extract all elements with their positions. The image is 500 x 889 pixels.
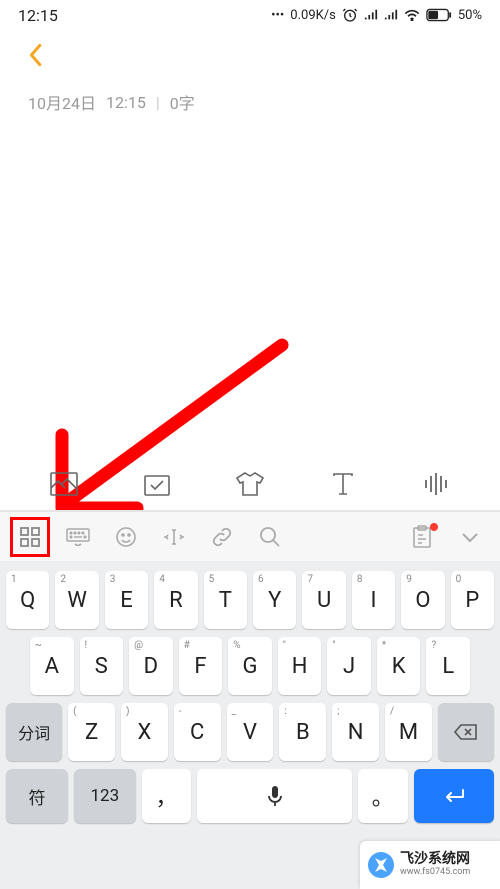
soft-keyboard: 1Q2W3E4R5T6Y7U8I9O0P ~A!S@D#F%G"H"J*K?L … bbox=[0, 561, 500, 889]
alarm-icon bbox=[342, 7, 358, 23]
keyboard-row-2: ~A!S@D#F%G"H"J*K?L bbox=[0, 637, 500, 695]
key-X[interactable]: )X bbox=[121, 703, 168, 761]
key-A[interactable]: ~A bbox=[30, 637, 74, 695]
enter-key[interactable] bbox=[414, 769, 494, 823]
key-T[interactable]: 5T bbox=[204, 571, 247, 629]
insert-image-icon[interactable] bbox=[48, 468, 80, 500]
comma-key[interactable]: ， bbox=[142, 769, 192, 823]
clipboard-icon[interactable] bbox=[402, 517, 442, 557]
key-K[interactable]: *K bbox=[377, 637, 421, 695]
key-D[interactable]: @D bbox=[129, 637, 173, 695]
key-H[interactable]: "H bbox=[278, 637, 322, 695]
watermark-url: www.fs0745.com bbox=[400, 868, 470, 878]
key-S[interactable]: !S bbox=[80, 637, 124, 695]
link-icon[interactable] bbox=[202, 517, 242, 557]
period-key[interactable]: 。 bbox=[358, 769, 408, 823]
watermark: 飞沙系统网 www.fs0745.com bbox=[360, 841, 500, 889]
status-right: ••• 0.09K/s 50% bbox=[271, 7, 482, 23]
back-button[interactable] bbox=[20, 40, 50, 70]
key-W[interactable]: 2W bbox=[55, 571, 98, 629]
keyboard-row-3: 分词 (Z)X-C_V:B;N/M bbox=[0, 703, 500, 761]
signal-icon-2 bbox=[384, 9, 398, 21]
key-Y[interactable]: 6Y bbox=[253, 571, 296, 629]
key-J[interactable]: "J bbox=[327, 637, 371, 695]
grid-menu-icon[interactable] bbox=[10, 517, 50, 557]
status-bar: 12:15 ••• 0.09K/s 50% bbox=[0, 0, 500, 30]
battery-icon bbox=[426, 8, 452, 22]
key-N[interactable]: ;N bbox=[332, 703, 379, 761]
text-format-icon[interactable] bbox=[327, 468, 359, 500]
key-E[interactable]: 3E bbox=[105, 571, 148, 629]
meta-divider: | bbox=[156, 93, 160, 112]
key-Z[interactable]: (Z bbox=[68, 703, 115, 761]
emoji-icon[interactable] bbox=[106, 517, 146, 557]
symbol-key[interactable]: 符 bbox=[6, 769, 68, 823]
note-time: 12:15 bbox=[106, 93, 146, 112]
net-speed: 0.09K/s bbox=[290, 8, 336, 23]
shirt-icon[interactable] bbox=[234, 468, 266, 500]
note-meta: 10月24日 12:15 | 0字 bbox=[0, 80, 500, 124]
status-time: 12:15 bbox=[18, 6, 58, 25]
note-date: 10月24日 bbox=[28, 90, 96, 114]
segment-key[interactable]: 分词 bbox=[6, 703, 62, 761]
space-key[interactable] bbox=[197, 769, 352, 823]
key-B[interactable]: :B bbox=[279, 703, 326, 761]
cursor-move-icon[interactable] bbox=[154, 517, 194, 557]
watermark-title: 飞沙系统网 bbox=[400, 852, 470, 867]
key-L[interactable]: ?L bbox=[426, 637, 470, 695]
battery-percent: 50% bbox=[458, 8, 482, 23]
wifi-icon bbox=[404, 9, 420, 21]
key-M[interactable]: /M bbox=[385, 703, 432, 761]
toolbar-spacer bbox=[298, 517, 394, 557]
key-R[interactable]: 4R bbox=[154, 571, 197, 629]
keyboard-switch-icon[interactable] bbox=[58, 517, 98, 557]
key-U[interactable]: 7U bbox=[302, 571, 345, 629]
keyboard-row-1: 1Q2W3E4R5T6Y7U8I9O0P bbox=[0, 571, 500, 629]
format-toolbar bbox=[0, 457, 500, 511]
key-G[interactable]: %G bbox=[228, 637, 272, 695]
voice-input-icon[interactable] bbox=[420, 468, 452, 500]
collapse-keyboard-icon[interactable] bbox=[450, 517, 490, 557]
backspace-key[interactable] bbox=[438, 703, 494, 761]
key-F[interactable]: #F bbox=[179, 637, 223, 695]
signal-icon-1 bbox=[364, 9, 378, 21]
header bbox=[0, 30, 500, 80]
word-count: 0字 bbox=[170, 90, 195, 114]
more-icon: ••• bbox=[271, 8, 284, 23]
key-C[interactable]: -C bbox=[174, 703, 221, 761]
notification-dot bbox=[430, 523, 438, 531]
input-toolbar bbox=[0, 511, 500, 561]
key-O[interactable]: 9O bbox=[401, 571, 444, 629]
search-icon[interactable] bbox=[250, 517, 290, 557]
numeric-key[interactable]: 123 bbox=[74, 769, 136, 823]
key-Q[interactable]: 1Q bbox=[6, 571, 49, 629]
watermark-logo-icon bbox=[368, 852, 394, 878]
key-I[interactable]: 8I bbox=[352, 571, 395, 629]
key-V[interactable]: _V bbox=[227, 703, 274, 761]
key-P[interactable]: 0P bbox=[451, 571, 494, 629]
keyboard-row-4: 符 123 ， 。 bbox=[0, 769, 500, 823]
checklist-icon[interactable] bbox=[141, 468, 173, 500]
